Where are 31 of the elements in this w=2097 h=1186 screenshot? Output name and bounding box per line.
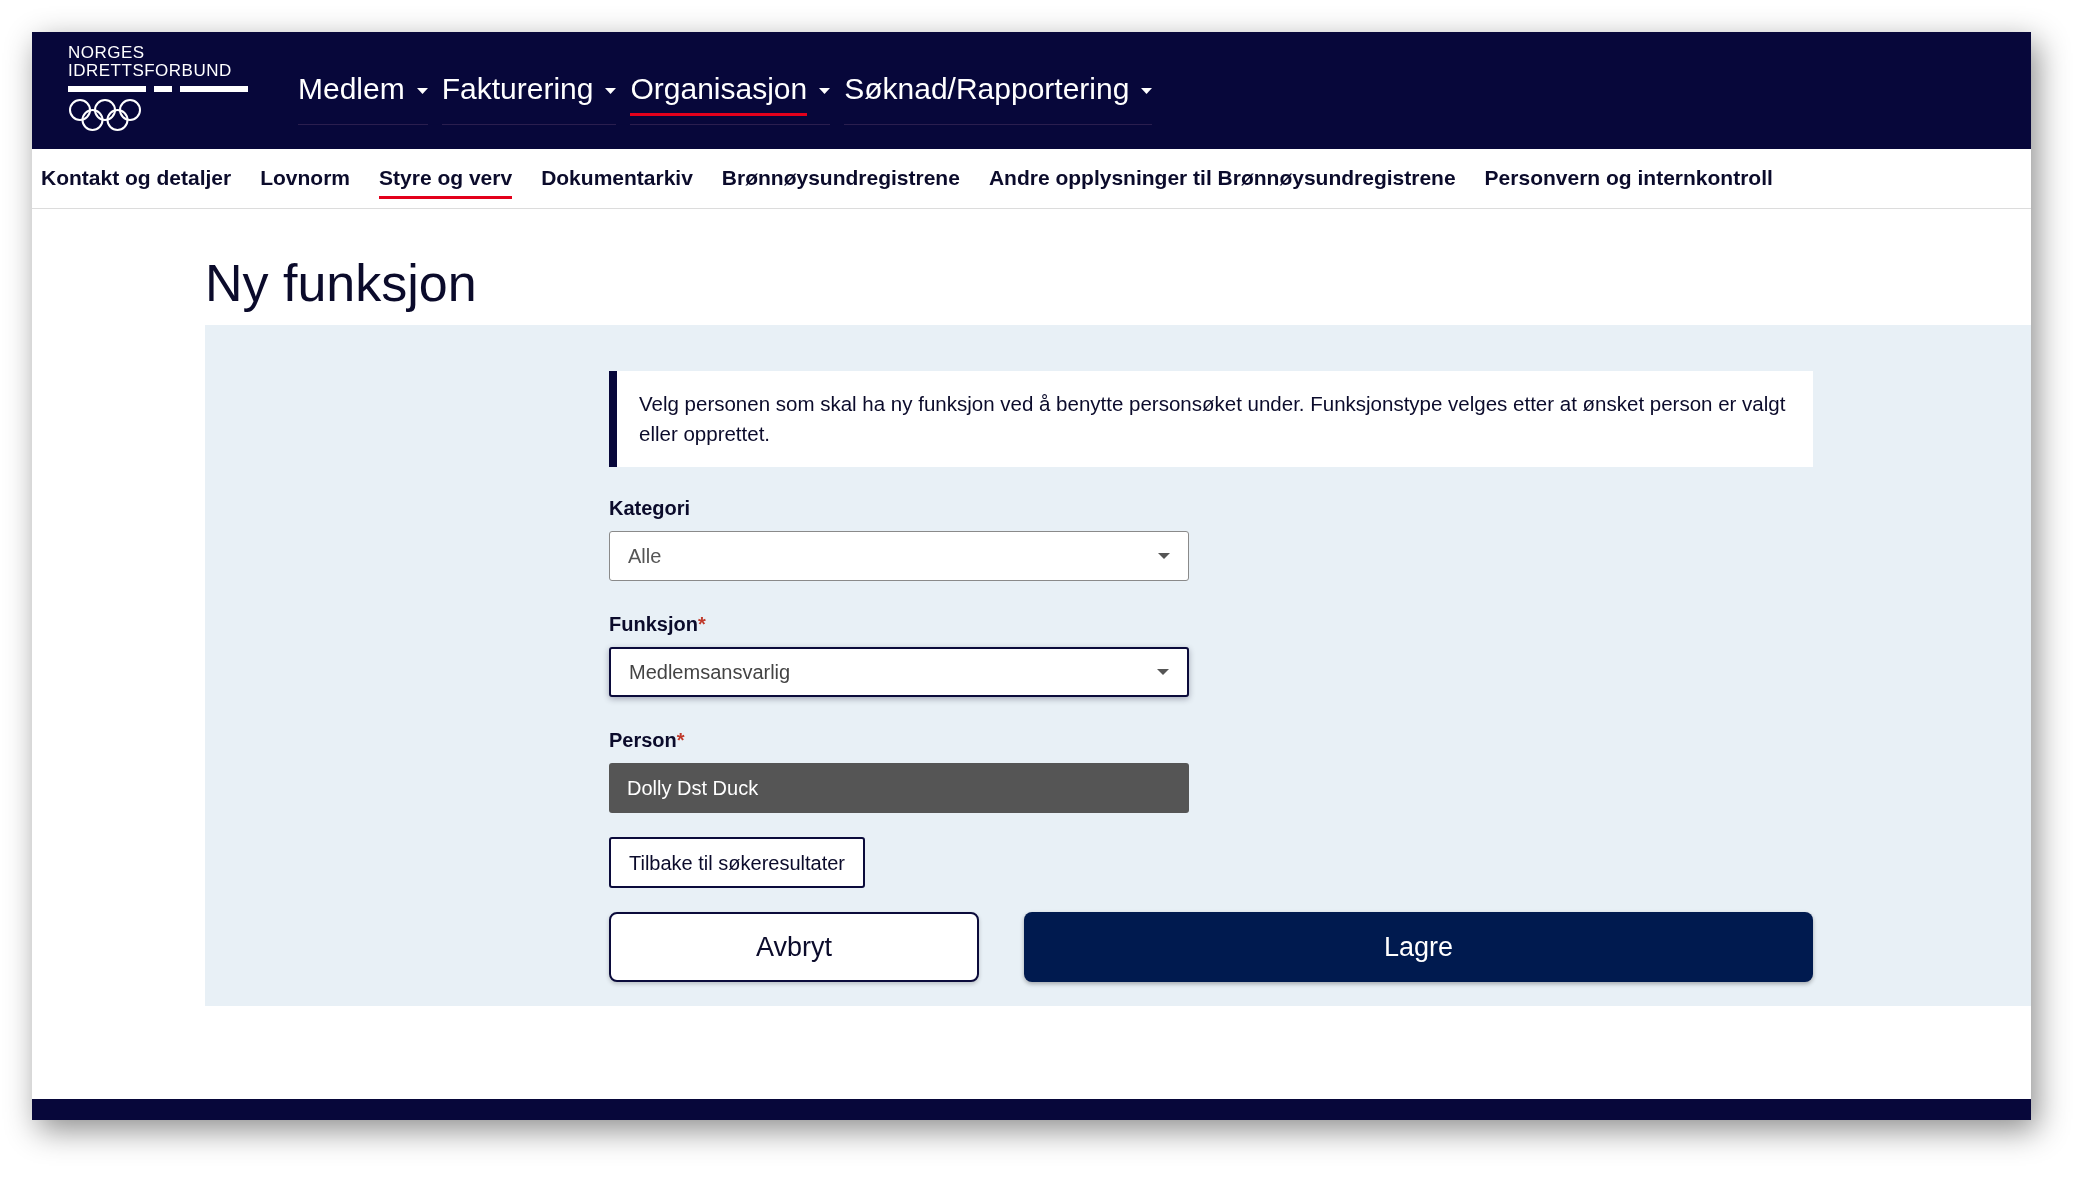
caret-icon [416,88,428,94]
save-button[interactable]: Lagre [1024,912,1813,982]
nav-tab[interactable]: Medlem [298,56,428,125]
caret-icon [605,88,617,94]
back-button[interactable]: Tilbake til søkeresultater [609,837,865,888]
sub-nav-tab[interactable]: Personvern og internkontroll [1484,162,1773,199]
select-field[interactable]: Alle [609,531,1189,581]
field-label: Funksjon* [609,612,707,637]
person-field: Dolly Dst Duck [609,763,1189,813]
nav-tab[interactable]: Organisasjon [630,56,831,125]
sub-nav-tab[interactable]: Andre opplysninger til Brønnøysundregistrene [988,162,1456,199]
select-field[interactable]: Medlemsansvarlig [609,647,1189,697]
olympic-rings-icon [68,97,142,132]
caret-icon [1157,669,1169,675]
caret-icon [1141,88,1153,94]
sub-nav-tab[interactable]: Dokumentarkiv [541,162,693,199]
nav-tab[interactable]: Søknad/Rapportering [844,56,1153,125]
sub-nav-tab[interactable]: Styre og verv [379,162,513,199]
sub-nav-tab[interactable]: Kontakt og detaljer [41,162,232,199]
caret-icon [819,88,831,94]
page-title: Ny funksjon [205,253,478,313]
caret-icon [1158,553,1170,559]
field-label: Kategori [609,496,692,521]
sub-nav-tab[interactable]: Lovnorm [260,162,351,199]
cancel-button[interactable]: Avbryt [609,912,979,982]
nav-tab[interactable]: Fakturering [441,56,617,125]
sub-nav-tab[interactable]: Brønnøysundregistrene [721,162,960,199]
logo-text: IDRETTSFORBUND [68,61,233,80]
field-label: Person* [609,728,686,753]
info-box: Velg personen som skal ha ny funksjon ved å benytte personsøket under. Funksjonstype velges etter at ønsket person er valgt eller opprettet. [609,371,1813,467]
logo-text: NORGES [68,43,146,62]
